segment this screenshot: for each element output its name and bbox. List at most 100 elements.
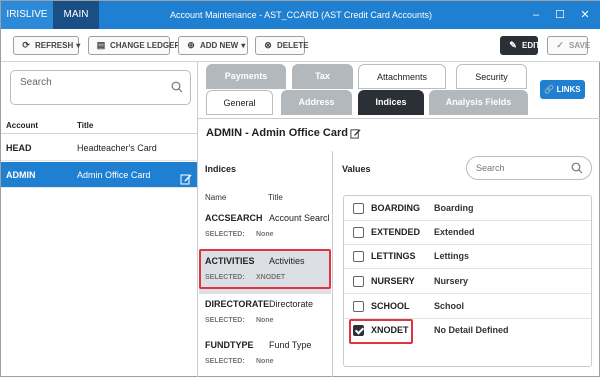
selected-value: None bbox=[256, 358, 274, 365]
index-name: DIRECTORATE bbox=[205, 299, 270, 309]
tab-general[interactable]: General bbox=[206, 90, 273, 115]
add-new-label: ADD NEW bbox=[200, 41, 239, 50]
links-button[interactable]: 🔗 LINKS bbox=[540, 80, 585, 99]
value-desc: Extended bbox=[434, 227, 475, 237]
save-button[interactable]: ✓ SAVE bbox=[547, 36, 591, 55]
refresh-label: REFRESH bbox=[35, 41, 74, 50]
index-name: FUNDTYPE bbox=[205, 340, 254, 350]
indices-col-name: Name bbox=[205, 193, 227, 202]
value-code: SCHOOL bbox=[371, 301, 410, 311]
toolbar: ⟳ REFRESH ▾ ▤ CHANGE LEDGER ⊕ ADD NEW ▾ ⊗ DELE… bbox=[1, 29, 600, 62]
checkbox[interactable] bbox=[353, 251, 364, 262]
value-row-lettings[interactable]: LETTINGS Lettings bbox=[344, 245, 591, 269]
save-label: SAVE bbox=[569, 41, 591, 50]
edit-icon: ✎ bbox=[509, 40, 517, 50]
minimize-icon[interactable]: – bbox=[524, 1, 548, 29]
checkbox[interactable] bbox=[353, 203, 364, 214]
value-desc: Nursery bbox=[434, 276, 469, 286]
refresh-button[interactable]: ⟳ REFRESH ▾ bbox=[13, 36, 81, 55]
value-desc: Lettings bbox=[434, 251, 469, 261]
window-title: Account Maintenance - AST_CCARD (AST Cre… bbox=[170, 10, 432, 20]
tab-address[interactable]: Address bbox=[281, 90, 352, 115]
value-row-nursery[interactable]: NURSERY Nursery bbox=[344, 270, 591, 294]
tab-main[interactable]: MAIN bbox=[53, 1, 99, 29]
checkbox[interactable] bbox=[353, 301, 364, 312]
value-desc: School bbox=[434, 301, 465, 311]
column-divider bbox=[332, 151, 333, 377]
selected-value: None bbox=[256, 317, 274, 324]
links-label: LINKS bbox=[556, 85, 581, 94]
index-item-fundtype[interactable]: FUNDTYPE Fund Type SELECTED: None bbox=[199, 334, 331, 377]
search-placeholder: Search bbox=[20, 77, 52, 88]
index-title: Account Searcl bbox=[269, 213, 329, 223]
values-search-input[interactable]: Search bbox=[466, 156, 592, 180]
value-row-extended[interactable]: EXTENDED Extended bbox=[344, 221, 591, 245]
value-desc: No Detail Defined bbox=[434, 325, 509, 335]
selected-value: None bbox=[256, 231, 274, 238]
refresh-icon: ⟳ bbox=[22, 40, 30, 50]
tab-payments[interactable]: Payments bbox=[206, 64, 286, 89]
tab-analysis-fields[interactable]: Analysis Fields bbox=[429, 90, 528, 115]
edit-button[interactable]: ✎ EDIT bbox=[500, 36, 541, 55]
column-title: Title bbox=[77, 121, 94, 130]
tab-tax[interactable]: Tax bbox=[292, 64, 353, 89]
tab-security[interactable]: Security bbox=[456, 64, 527, 89]
highlight-box bbox=[199, 249, 331, 289]
chevron-down-icon: ▾ bbox=[241, 41, 246, 50]
selected-label: SELECTED: bbox=[205, 231, 245, 238]
value-code: NURSERY bbox=[371, 276, 415, 286]
tab-attachments[interactable]: Attachments bbox=[358, 64, 446, 89]
value-row-school[interactable]: SCHOOL School bbox=[344, 295, 591, 319]
account-code: ADMIN bbox=[6, 170, 36, 180]
edit-icon[interactable] bbox=[180, 169, 192, 195]
account-row-head[interactable]: HEAD Headteacher's Card bbox=[1, 135, 197, 161]
account-search-input[interactable]: Search bbox=[10, 70, 191, 105]
account-title: Headteacher's Card bbox=[77, 143, 157, 153]
check-circle-icon: ✓ bbox=[556, 40, 564, 50]
search-placeholder: Search bbox=[476, 163, 505, 173]
indices-col-title: Title bbox=[268, 193, 283, 202]
values-label: Values bbox=[342, 164, 371, 174]
index-item-directorate[interactable]: DIRECTORATE Directorate SELECTED: None bbox=[199, 293, 331, 337]
index-name: ACCSEARCH bbox=[205, 213, 263, 223]
title-bar: IRISLIVE MAIN Account Maintenance - AST_… bbox=[1, 1, 600, 29]
value-code: EXTENDED bbox=[371, 227, 421, 237]
close-circle-icon: ⊗ bbox=[264, 40, 272, 50]
panel-divider bbox=[197, 62, 198, 377]
record-title: ADMIN - Admin Office Card bbox=[206, 127, 348, 139]
checkbox[interactable] bbox=[353, 227, 364, 238]
index-title: Fund Type bbox=[269, 340, 312, 350]
edit-label: EDIT bbox=[522, 41, 541, 50]
maximize-icon[interactable]: ☐ bbox=[548, 1, 572, 29]
account-row-admin[interactable]: ADMIN Admin Office Card bbox=[1, 162, 197, 188]
index-title: Directorate bbox=[269, 299, 314, 309]
value-code: BOARDING bbox=[371, 203, 420, 213]
change-ledger-label: CHANGE LEDGER bbox=[110, 41, 181, 50]
close-icon[interactable]: ✕ bbox=[573, 1, 597, 29]
value-desc: Boarding bbox=[434, 203, 474, 213]
change-ledger-button[interactable]: ▤ CHANGE LEDGER bbox=[88, 36, 180, 55]
chevron-down-icon: ▾ bbox=[76, 41, 81, 50]
highlight-box bbox=[349, 319, 413, 344]
account-title: Admin Office Card bbox=[77, 170, 151, 180]
search-icon bbox=[171, 81, 183, 95]
delete-button[interactable]: ⊗ DELETE bbox=[255, 36, 309, 55]
edit-icon[interactable] bbox=[350, 128, 361, 141]
index-item-accsearch[interactable]: ACCSEARCH Account Searcl SELECTED: None bbox=[199, 207, 331, 251]
checkbox[interactable] bbox=[353, 276, 364, 287]
tab-irislive[interactable]: IRISLIVE bbox=[1, 1, 53, 29]
plus-circle-icon: ⊕ bbox=[187, 40, 195, 50]
column-account: Account bbox=[6, 121, 38, 130]
ledger-icon: ▤ bbox=[96, 40, 106, 50]
search-icon bbox=[571, 162, 583, 176]
indices-label: Indices bbox=[205, 164, 237, 174]
selected-label: SELECTED: bbox=[205, 358, 245, 365]
add-new-button[interactable]: ⊕ ADD NEW ▾ bbox=[178, 36, 248, 55]
selected-label: SELECTED: bbox=[205, 317, 245, 324]
tab-indices[interactable]: Indices bbox=[358, 90, 424, 115]
value-row-boarding[interactable]: BOARDING Boarding bbox=[344, 197, 591, 221]
link-icon: 🔗 bbox=[544, 85, 555, 94]
app-window: IRISLIVE MAIN Account Maintenance - AST_… bbox=[0, 0, 600, 377]
value-code: LETTINGS bbox=[371, 251, 416, 261]
header-divider bbox=[198, 118, 600, 119]
